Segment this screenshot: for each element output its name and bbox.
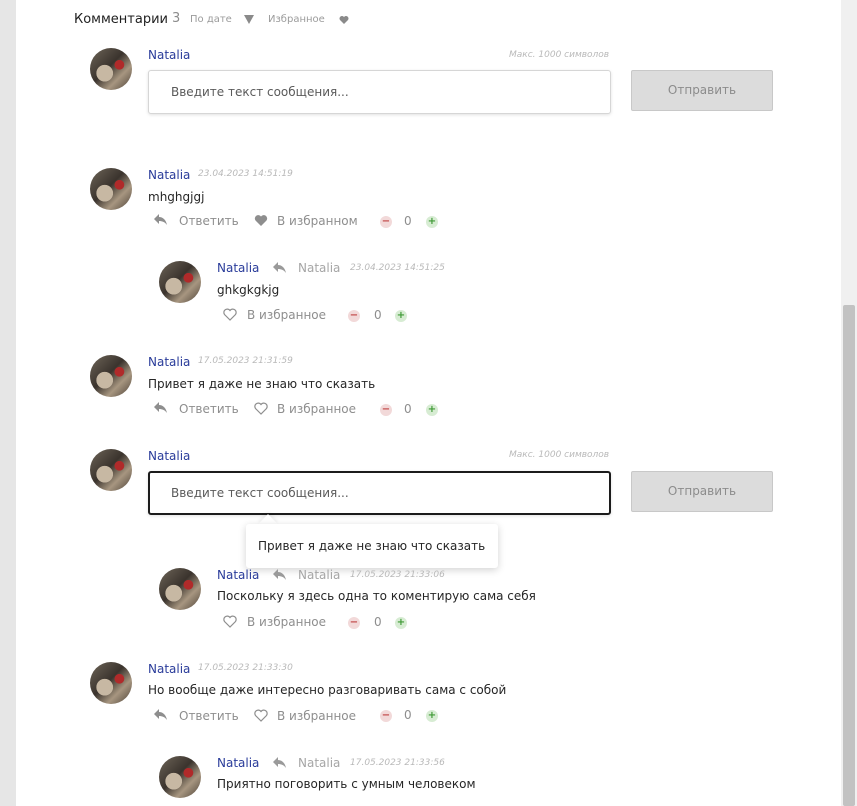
comment-date: 17.05.2023 21:33:06 bbox=[350, 570, 445, 580]
reply-to-icon bbox=[273, 569, 286, 580]
avatar bbox=[159, 568, 201, 610]
avatar bbox=[90, 355, 132, 397]
favorites-filter-button[interactable]: Избранное bbox=[268, 14, 325, 25]
scrollbar-thumb[interactable] bbox=[843, 305, 855, 806]
reply-button[interactable]: Ответить bbox=[179, 709, 239, 723]
comment-text: Привет я даже не знаю что сказать bbox=[148, 377, 376, 391]
vote-up-button[interactable]: + bbox=[426, 404, 438, 416]
reply-icon[interactable] bbox=[153, 213, 168, 226]
favorite-button[interactable]: В избранное bbox=[247, 615, 326, 629]
vote-count: 0 bbox=[374, 615, 382, 629]
reply-to-icon bbox=[273, 262, 286, 273]
reply-icon[interactable] bbox=[153, 401, 168, 414]
comments-count: 3 bbox=[172, 11, 181, 26]
favorite-button[interactable]: В избранном bbox=[277, 214, 358, 228]
comment-input[interactable]: Введите текст сообщения... bbox=[148, 70, 611, 114]
reply-to-icon bbox=[273, 757, 286, 768]
vote-count: 0 bbox=[404, 708, 412, 722]
reply-to-author[interactable]: Natalia bbox=[298, 568, 340, 582]
vote-down-button[interactable]: − bbox=[380, 710, 392, 722]
vote-count: 0 bbox=[374, 308, 382, 322]
comment-date: 17.05.2023 21:33:56 bbox=[350, 758, 445, 768]
comment-author[interactable]: Natalia bbox=[217, 568, 259, 582]
sort-by-date-button[interactable]: По дате bbox=[190, 14, 232, 25]
comment-author[interactable]: Natalia bbox=[217, 756, 259, 770]
vote-down-button[interactable]: − bbox=[348, 310, 360, 322]
avatar bbox=[90, 662, 132, 704]
avatar bbox=[90, 449, 132, 491]
form-author: Natalia bbox=[148, 48, 191, 62]
vote-up-button[interactable]: + bbox=[395, 617, 407, 629]
comment-date: 23.04.2023 14:51:25 bbox=[350, 263, 445, 273]
send-button[interactable]: Отправить bbox=[631, 471, 773, 512]
comment-text: Поскольку я здесь одна то коментирую сам… bbox=[217, 589, 536, 603]
max-length-hint: Макс. 1000 символов bbox=[509, 50, 610, 60]
avatar bbox=[159, 756, 201, 798]
comment-text: ghkgkgkjg bbox=[217, 283, 280, 297]
comment-text: Приятно поговорить с умным человеком bbox=[217, 777, 476, 791]
vote-count: 0 bbox=[404, 402, 412, 416]
heart-outline-icon[interactable] bbox=[254, 709, 268, 722]
comment-date: 17.05.2023 21:31:59 bbox=[198, 356, 293, 366]
avatar bbox=[90, 168, 132, 210]
avatar bbox=[90, 48, 132, 90]
reply-input[interactable]: Введите текст сообщения... bbox=[148, 471, 611, 515]
quote-tooltip: Привет я даже не знаю что сказать bbox=[246, 524, 498, 568]
vote-down-button[interactable]: − bbox=[380, 216, 392, 228]
comment-date: 23.04.2023 14:51:19 bbox=[198, 169, 293, 179]
heart-filled-icon[interactable] bbox=[254, 214, 268, 227]
favorite-button[interactable]: В избранное bbox=[277, 402, 356, 416]
heart-outline-icon[interactable] bbox=[254, 402, 268, 415]
reply-to-author[interactable]: Natalia bbox=[298, 261, 340, 275]
comment-text: mhghgjgj bbox=[148, 190, 205, 204]
vote-count: 0 bbox=[404, 214, 412, 228]
favorite-button[interactable]: В избранное bbox=[247, 308, 326, 322]
favorite-button[interactable]: В избранное bbox=[277, 709, 356, 723]
heart-outline-icon[interactable] bbox=[223, 308, 237, 321]
send-button[interactable]: Отправить bbox=[631, 70, 773, 111]
comment-author[interactable]: Natalia bbox=[148, 168, 190, 182]
vote-up-button[interactable]: + bbox=[426, 216, 438, 228]
sort-arrow-icon[interactable] bbox=[243, 13, 255, 25]
reply-button[interactable]: Ответить bbox=[179, 214, 239, 228]
comments-title: Комментарии bbox=[74, 12, 168, 27]
vote-down-button[interactable]: − bbox=[380, 404, 392, 416]
heart-outline-icon[interactable] bbox=[223, 615, 237, 628]
avatar bbox=[159, 261, 201, 303]
heart-filled-icon[interactable] bbox=[339, 15, 349, 25]
max-length-hint: Макс. 1000 символов bbox=[509, 450, 610, 460]
form-author: Natalia bbox=[148, 449, 191, 463]
reply-button[interactable]: Ответить bbox=[179, 402, 239, 416]
reply-to-author[interactable]: Natalia bbox=[298, 756, 340, 770]
comment-author[interactable]: Natalia bbox=[148, 662, 190, 676]
comment-author[interactable]: Natalia bbox=[217, 261, 259, 275]
comment-author[interactable]: Natalia bbox=[148, 355, 190, 369]
reply-icon[interactable] bbox=[153, 708, 168, 721]
comment-text: Но вообще даже интересно разговаривать с… bbox=[148, 683, 507, 697]
vote-up-button[interactable]: + bbox=[395, 310, 407, 322]
vote-down-button[interactable]: − bbox=[348, 617, 360, 629]
comment-date: 17.05.2023 21:33:30 bbox=[198, 663, 293, 673]
vote-up-button[interactable]: + bbox=[426, 710, 438, 722]
